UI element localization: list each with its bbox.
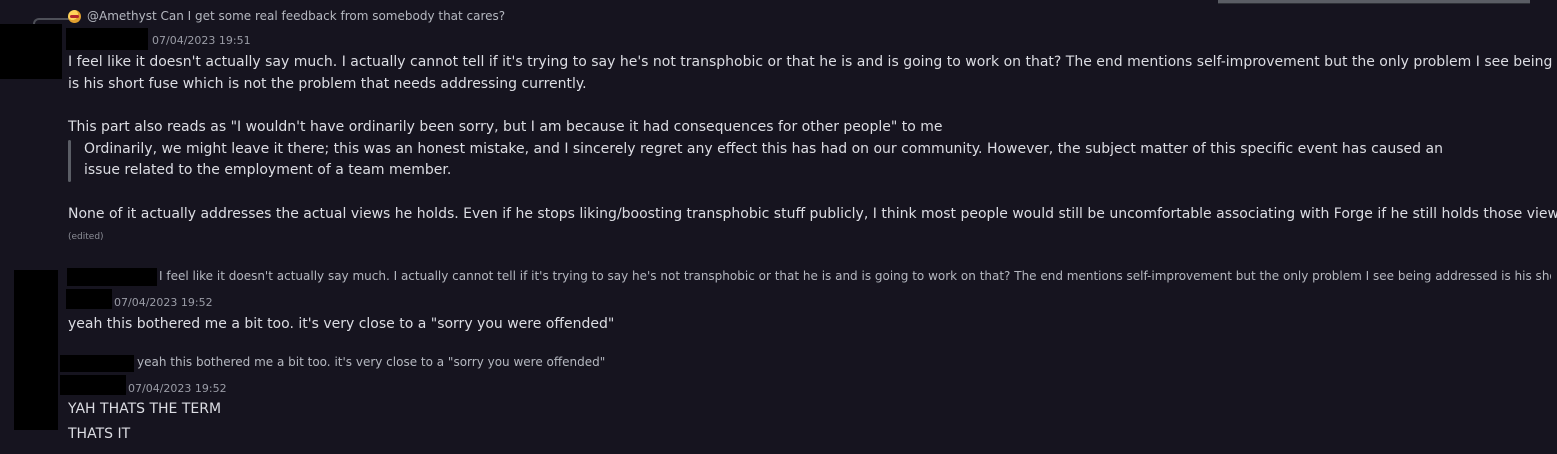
edited-label: (edited) — [68, 232, 104, 242]
message-timestamp[interactable]: 07/04/2023 19:52 — [114, 296, 213, 309]
reply-preview[interactable]: @Amethyst Can I get some real feedback f… — [87, 9, 505, 23]
blockquote-line: Ordinarily, we might leave it there; thi… — [84, 141, 1443, 157]
message-text-line: THATS IT — [68, 426, 131, 442]
message-timestamp[interactable]: 07/04/2023 19:52 — [128, 382, 227, 395]
username-redacted[interactable] — [66, 289, 112, 309]
reply-username-redacted[interactable] — [67, 268, 157, 286]
reply-username-redacted[interactable] — [60, 355, 134, 372]
reply-preview[interactable]: I feel like it doesn't actually say much… — [159, 269, 1551, 283]
message-text-line: is his short fuse which is not the probl… — [68, 76, 587, 92]
reply-preview[interactable]: yeah this bothered me a bit too. it's ve… — [137, 355, 605, 369]
avatar-redacted[interactable] — [0, 24, 62, 79]
message-text-line: YAH THATS THE TERM — [68, 401, 222, 417]
message-text-line: I feel like it doesn't actually say much… — [68, 54, 1557, 70]
message-text: yeah this bothered me a bit too. it's ve… — [68, 316, 615, 332]
blockquote-bar — [68, 140, 71, 182]
message-text-line: This part also reads as "I wouldn't have… — [68, 119, 943, 135]
top-right-widget — [1218, 0, 1530, 4]
message-text-line: None of it actually addresses the actual… — [68, 206, 1557, 222]
chat-view: @Amethyst Can I get some real feedback f… — [0, 0, 1557, 454]
username-redacted[interactable] — [60, 375, 126, 395]
username-redacted[interactable] — [66, 28, 148, 50]
blockquote-line: issue related to the employment of a tea… — [84, 162, 452, 178]
avatar-redacted[interactable] — [14, 270, 58, 430]
message-timestamp[interactable]: 07/04/2023 19:51 — [152, 34, 251, 47]
reply-avatar-icon — [68, 10, 81, 23]
